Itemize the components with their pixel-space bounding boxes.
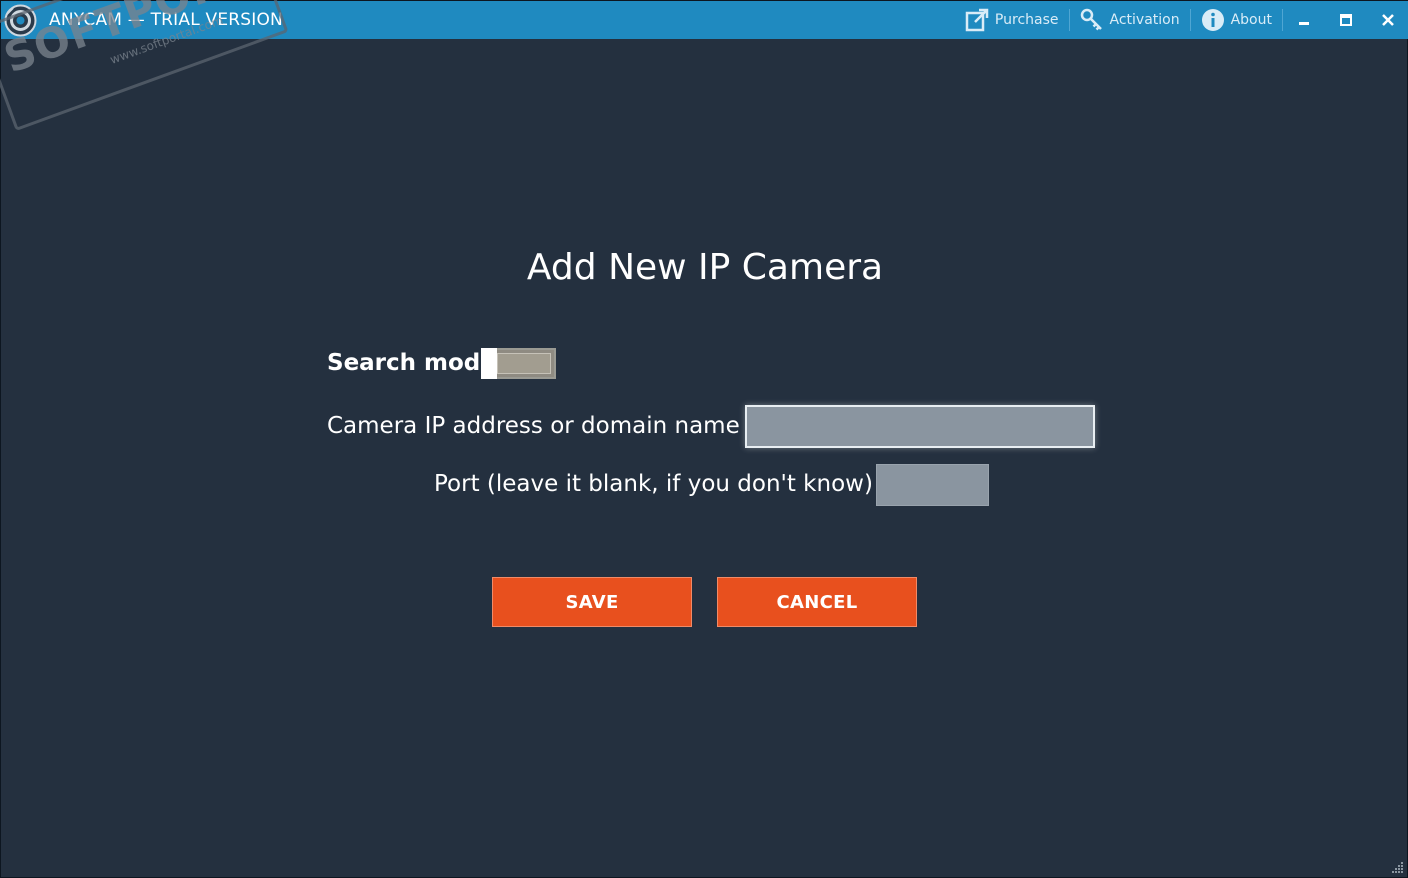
- softportal-watermark: SOFTPORTAL www.softportal.com: [0, 0, 310, 131]
- maximize-button[interactable]: [1325, 1, 1367, 39]
- close-button[interactable]: [1367, 1, 1408, 39]
- search-mode-toggle[interactable]: [481, 348, 556, 379]
- search-mode-label: Search mode: [327, 350, 496, 376]
- page-title: Add New IP Camera: [526, 247, 884, 288]
- resize-grip-icon[interactable]: [1390, 860, 1404, 874]
- minimize-icon: [1299, 22, 1309, 25]
- about-link[interactable]: About: [1191, 1, 1282, 39]
- save-button[interactable]: SAVE: [492, 577, 692, 627]
- port-input[interactable]: [876, 464, 989, 506]
- purchase-label: Purchase: [994, 12, 1059, 28]
- ip-address-input[interactable]: [745, 405, 1095, 448]
- about-label: About: [1230, 12, 1272, 28]
- external-link-icon: [965, 8, 989, 32]
- port-label: Port (leave it blank, if you don't know): [434, 471, 873, 497]
- cancel-button[interactable]: CANCEL: [717, 577, 917, 627]
- key-icon: [1080, 8, 1102, 31]
- ip-address-label: Camera IP address or domain name: [327, 413, 740, 439]
- title-bar-actions: Purchase Activation About: [955, 1, 1408, 39]
- toggle-knob: [481, 348, 497, 379]
- activation-link[interactable]: Activation: [1070, 1, 1190, 39]
- close-icon: [1382, 14, 1394, 26]
- toggle-track: [497, 353, 551, 374]
- app-window: ANYCAM — TRIAL VERSION Purchase Activati…: [0, 0, 1408, 878]
- info-icon: [1201, 9, 1224, 31]
- activation-label: Activation: [1109, 12, 1180, 28]
- purchase-link[interactable]: Purchase: [955, 1, 1069, 39]
- maximize-icon: [1340, 14, 1352, 26]
- minimize-button[interactable]: [1283, 1, 1325, 39]
